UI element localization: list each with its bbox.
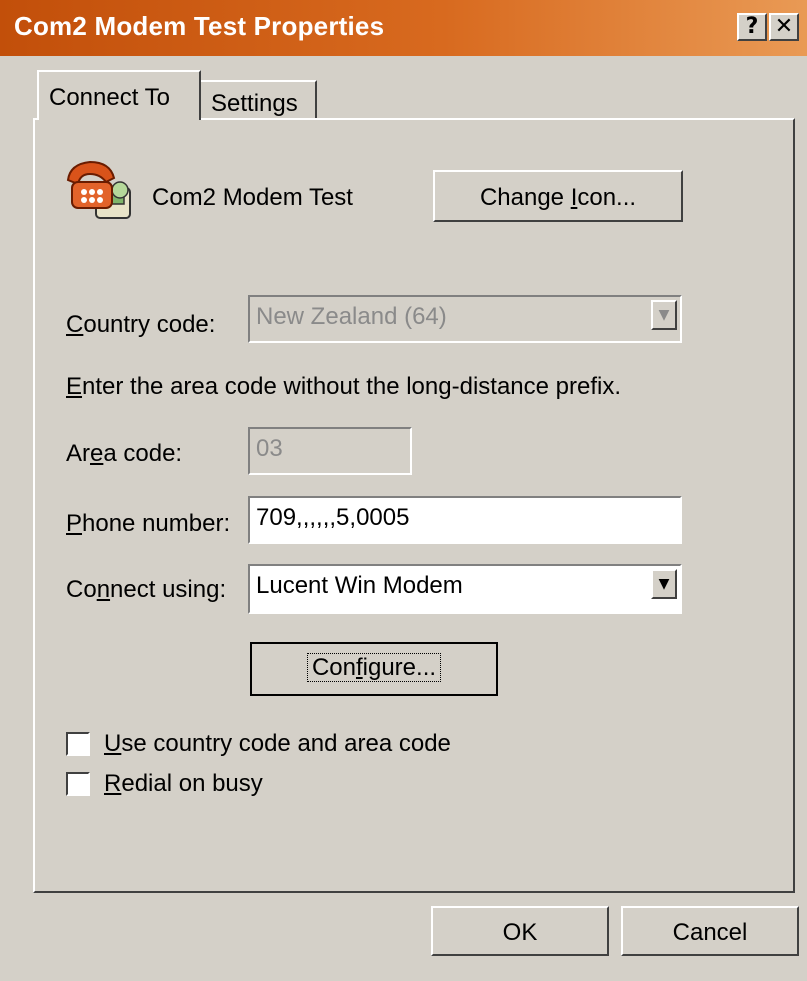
area-code-label-prefix: Ar [66,440,90,467]
instruction-mnemonic: E [66,373,83,400]
tab-connect-to-label: Connect To [49,84,170,111]
redial-on-busy-checkbox[interactable] [66,772,90,796]
ok-button[interactable]: OK [431,906,609,956]
help-icon: ? [745,14,759,39]
phone-number-label-rest: hone number: [82,510,231,537]
window-title: Com2 Modem Test Properties [14,11,385,41]
phone-modem-icon [60,150,138,228]
configure-mnemonic: f [355,654,363,681]
configure-label-suffix: igure... [362,654,437,681]
cancel-button[interactable]: Cancel [621,906,799,956]
configure-label-prefix: Con [311,654,356,681]
change-icon-label-prefix: Change [479,184,571,211]
use-country-code-checkbox[interactable] [66,732,90,756]
redial-on-busy-label: Redial on busy [104,770,263,798]
connect-using-dropdown[interactable]: Lucent Win Modem ▼ [248,564,682,614]
instruction-text: nter the area code without the long-dist… [82,373,622,400]
ok-button-label: OK [502,919,538,946]
phone-number-mnemonic: P [66,510,83,537]
country-code-dropdown[interactable]: New Zealand (64) ▼ [248,295,682,343]
connect-using-label-prefix: Co [66,576,97,603]
title-bar: Com2 Modem Test Properties ? ✕ [0,0,807,56]
phone-number-input[interactable]: 709,,,,,,5,0005 [248,496,682,544]
connect-using-value: Lucent Win Modem [256,572,463,599]
tab-connect-to[interactable]: Connect To [37,70,201,120]
use-country-code-label: Use country code and area code [104,730,451,758]
area-code-label: Area code: [66,440,182,468]
close-button[interactable]: ✕ [769,13,799,41]
phone-number-label: Phone number: [66,510,230,538]
area-code-mnemonic: e [90,440,104,467]
tab-settings-label: Settings [211,90,298,117]
use-country-code-label-rest: se country code and area code [121,730,451,757]
country-code-label-rest: ountry code: [83,311,216,338]
area-code-instruction: Enter the area code without the long-dis… [66,373,621,401]
country-code-value: New Zealand (64) [256,303,447,330]
redial-mnemonic: R [104,770,122,797]
redial-label-rest: edial on busy [121,770,263,797]
area-code-input[interactable]: 03 [248,427,412,475]
use-country-code-mnemonic: U [104,730,122,757]
help-button[interactable]: ? [737,13,767,41]
connect-using-label: Connect using: [66,576,226,604]
configure-button[interactable]: Configure... [250,642,498,696]
area-code-value: 03 [256,435,283,462]
tab-settings[interactable]: Settings [199,80,317,120]
phone-number-value: 709,,,,,,5,0005 [256,504,410,531]
connection-name: Com2 Modem Test [152,184,353,211]
close-icon: ✕ [774,14,794,39]
country-code-mnemonic: C [66,311,84,338]
chevron-down-icon[interactable]: ▼ [651,569,677,599]
connect-using-mnemonic: n [96,576,111,603]
chevron-down-icon[interactable]: ▼ [651,300,677,330]
cancel-button-label: Cancel [672,919,748,946]
change-icon-button[interactable]: Change Icon... [433,170,683,222]
change-icon-label-suffix: con... [577,184,637,211]
connect-using-label-rest: nect using: [110,576,227,603]
country-code-label: Country code: [66,311,215,339]
configure-button-label: Configure... [306,653,442,682]
area-code-label-rest: a code: [103,440,183,467]
